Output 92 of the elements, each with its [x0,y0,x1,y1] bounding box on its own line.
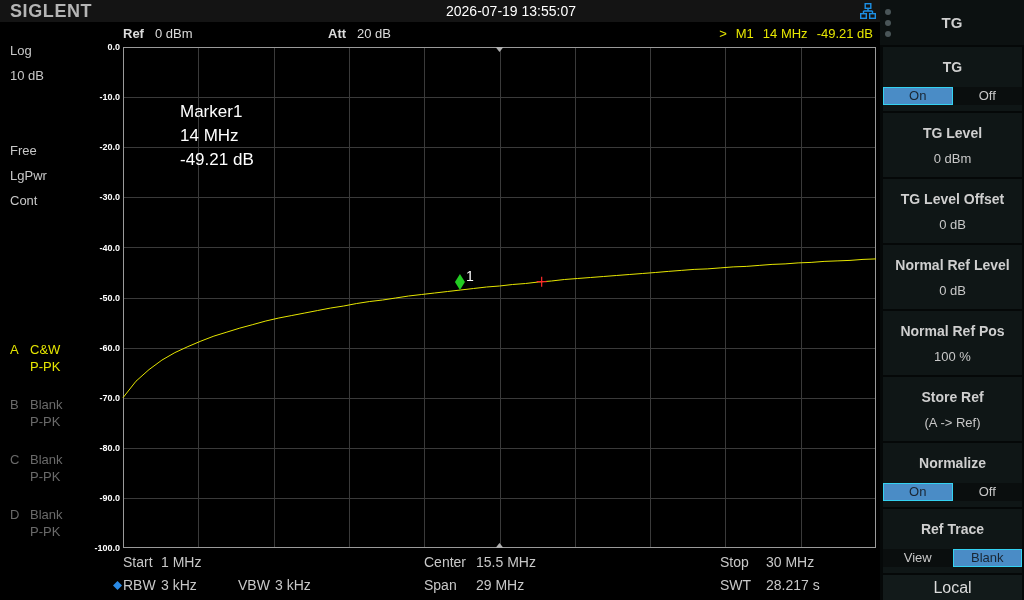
diamond-marker-icon [454,274,465,291]
softkey-label: Ref Trace [919,520,985,538]
trace-detector: P-PK [30,523,62,540]
brand-logo: SIGLENT [10,0,93,22]
parameter-value: 15.5 MHz [476,553,536,572]
marker-info-text: Marker1 [180,101,243,123]
marker-info-text: -49.21 dB [180,149,254,171]
softkey[interactable]: TG Level Offset 0 dB [883,179,1022,243]
softkey-value: 0 dBm [932,150,973,168]
softkey-label: Normal Ref Level [894,256,1011,274]
axis-label: -80.0 [99,442,120,453]
axis-label: -40.0 [99,242,120,253]
parameter-label: Stop [720,553,750,572]
toggle-option[interactable]: Off [952,87,1022,105]
softkey-value: 0 dB [938,216,967,234]
trace-letter: C [10,451,21,468]
trace-mode: Blank [30,396,64,413]
toggle-option[interactable]: View [883,549,953,567]
softkey-value: (A -> Ref) [923,414,982,432]
parameter-value: 29 MHz [476,576,525,595]
axis-label: -60.0 [99,342,120,353]
softkey-value: 100 % [933,348,972,366]
softkey-label: Store Ref [920,388,985,406]
softkey[interactable]: Store Ref (A -> Ref) [883,377,1022,441]
parameter-label: Span [424,576,458,595]
trace-detector: P-PK [30,358,62,375]
marker-indicator: > [719,26,727,41]
scale-text: 10 dB [10,67,45,85]
softkey[interactable]: Ref Trace View Blank [883,509,1022,573]
setting-label: Att [328,26,347,41]
parameter-value: 3 kHz [275,576,311,595]
softkey[interactable]: TG On Off [883,47,1022,111]
softkey-value: 0 dB [938,282,967,300]
softkey-label: TG Level Offset [899,190,1006,208]
parameter-label: VBW [238,576,271,595]
scale-text: Log [10,42,33,60]
triangle-icon [495,543,504,548]
parameter-value: 3 kHz [161,576,197,595]
softkey[interactable]: Normal Ref Level 0 dB [883,245,1022,309]
toggle-option[interactable]: On [883,87,953,105]
triangle-icon [495,47,504,52]
trace-detector: P-PK [30,468,62,485]
status-text: Cont [10,192,39,210]
local-button[interactable]: Local [883,575,1022,600]
softkey-label: Normal Ref Pos [899,322,1006,340]
axis-label: -20.0 [99,142,120,153]
parameter-label: Center [424,553,468,572]
trace-mode: Blank [30,506,64,523]
axis-label: 0.0 [107,42,120,53]
vertical-dots-icon[interactable] [885,8,891,37]
toggle-option[interactable]: Off [952,483,1022,501]
status-text: Free [10,142,38,160]
trace-letter: D [10,506,21,523]
axis-label: -30.0 [99,192,120,203]
diamond-icon [112,581,122,590]
softkey-label: TG Level [921,124,984,142]
trace-detector: P-PK [30,413,62,430]
axis-label: -100.0 [94,543,120,551]
marker-number: 1 [465,268,474,285]
trace-mode: Blank [30,451,64,468]
toggle-option[interactable]: On [883,483,953,501]
marker-name: M1 [735,26,754,41]
marker-info-text: 14 MHz [180,125,239,147]
trace-mode: C&W [30,341,62,358]
setting-label: Ref [123,26,144,41]
setting-value: 0 dBm [154,26,193,41]
axis-label: -70.0 [99,392,120,403]
marker-frequency: 14 MHz [762,26,808,41]
parameter-label: RBW [123,576,157,595]
axis-label: -90.0 [99,493,120,504]
softkey[interactable]: Normal Ref Pos 100 % [883,311,1022,375]
cross-marker-icon [536,276,548,288]
network-icon[interactable] [860,3,876,19]
status-text: LgPwr [10,167,48,185]
toggle-option[interactable]: Blank [952,549,1022,567]
setting-value: 20 dB [357,26,392,41]
softkey-label: Normalize [918,454,987,472]
parameter-label: SWT [720,576,753,595]
parameter-value: 1 MHz [161,553,202,572]
axis-label: -50.0 [99,292,120,303]
parameter-value: 30 MHz [766,553,815,572]
softkey[interactable]: Normalize On Off [883,443,1022,507]
softkey[interactable]: TG Level 0 dBm [883,113,1022,177]
axis-label: -10.0 [99,92,120,103]
trace-letter: A [10,341,20,358]
parameter-value: 28.217 s [766,576,820,595]
parameter-label: Start [123,553,154,572]
softkey-label: TG [941,58,964,76]
date-time: 2026-07-19 13:55:07 [446,2,576,21]
trace-letter: B [10,396,20,413]
menu-title: TG [941,14,963,31]
marker-level: -49.21 dB [816,26,873,41]
